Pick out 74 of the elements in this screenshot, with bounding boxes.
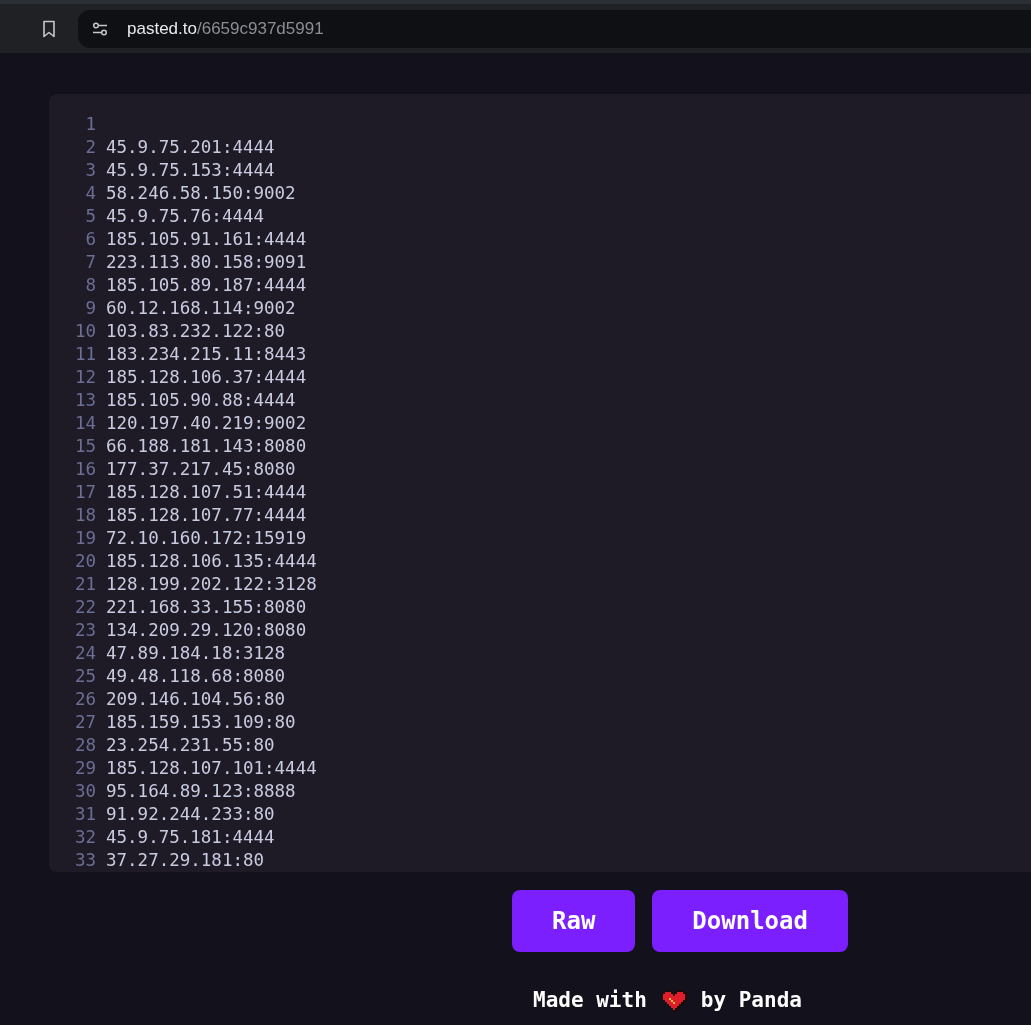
line-number: 9: [84, 297, 96, 320]
line-number: 23: [73, 619, 96, 642]
code-line: 185.128.106.37:4444: [106, 366, 307, 389]
raw-button[interactable]: Raw: [512, 890, 636, 952]
line-number: 4: [84, 182, 96, 205]
line-number: 17: [73, 481, 96, 504]
code-line: 72.10.160.172:15919: [106, 527, 307, 550]
line-number: 14: [73, 412, 96, 435]
line-number: 18: [73, 504, 96, 527]
code-line: 91.92.244.233:80: [106, 803, 275, 826]
code-line: 47.89.184.18:3128: [106, 642, 286, 665]
code-line: 185.128.106.135:4444: [106, 550, 317, 573]
code-line: 45.9.75.201:4444: [106, 136, 275, 159]
code-line: 185.105.91.161:4444: [106, 228, 307, 251]
code-line: 95.164.89.123:8888: [106, 780, 296, 803]
download-button[interactable]: Download: [652, 890, 848, 952]
code-line: 45.9.75.153:4444: [106, 159, 275, 182]
line-number: 28: [73, 734, 96, 757]
code-line: 183.234.215.11:8443: [106, 343, 307, 366]
line-number: 27: [73, 711, 96, 734]
footer-text: Made with: [533, 987, 647, 1014]
line-number: 20: [73, 550, 96, 573]
code-line: 221.168.33.155:8080: [106, 596, 307, 619]
code-line: 177.37.217.45:8080: [106, 458, 296, 481]
code-line: 185.128.107.51:4444: [106, 481, 307, 504]
code-line: 185.105.90.88:4444: [106, 389, 296, 412]
code-line: 58.246.58.150:9002: [106, 182, 296, 205]
line-number: 13: [73, 389, 96, 412]
code-line: 120.197.40.219:9002: [106, 412, 307, 435]
code-line: 66.188.181.143:8080: [106, 435, 307, 458]
code-line: 185.128.107.77:4444: [106, 504, 307, 527]
line-number: 22: [73, 596, 96, 619]
line-number: 6: [84, 228, 96, 251]
line-number: 29: [73, 757, 96, 780]
line-number: 26: [73, 688, 96, 711]
line-number: 10: [73, 320, 96, 343]
code-line: 185.159.153.109:80: [106, 711, 296, 734]
code-line: 185.128.107.101:4444: [106, 757, 317, 780]
line-number: 25: [73, 665, 96, 688]
code-line: 209.146.104.56:80: [106, 688, 286, 711]
code-line: 185.105.89.187:4444: [106, 274, 307, 297]
line-number: 31: [73, 803, 96, 826]
code-line: 23.254.231.55:80: [106, 734, 275, 757]
code-line: 223.113.80.158:9091: [106, 251, 307, 274]
bookmark-icon[interactable]: [42, 19, 56, 38]
code-line: 134.209.29.120:8080: [106, 619, 307, 642]
url-text: pasted.to/6659c937d5991: [127, 17, 324, 40]
line-number: 11: [73, 343, 96, 366]
code-line: 37.27.29.181:80: [106, 849, 265, 872]
code-line: 45.9.75.76:4444: [106, 205, 265, 228]
line-number: 19: [73, 527, 96, 550]
line-number: 12: [73, 366, 96, 389]
line-number: 16: [73, 458, 96, 481]
line-number: 15: [73, 435, 96, 458]
code-line: 49.48.118.68:8080: [106, 665, 286, 688]
heart-icon: [660, 989, 687, 1012]
line-number: 32: [73, 826, 96, 849]
line-number: 30: [73, 780, 96, 803]
line-number: 7: [84, 251, 96, 274]
code-line: 45.9.75.181:4444: [106, 826, 275, 849]
code-line: 103.83.232.122:80: [106, 320, 286, 343]
line-number: 24: [73, 642, 96, 665]
code-line: 60.12.168.114:9002: [106, 297, 296, 320]
line-number: 2: [84, 136, 96, 159]
line-number: 1: [84, 113, 96, 136]
footer-text: by Panda: [700, 987, 802, 1014]
site-settings-icon[interactable]: [92, 21, 108, 36]
line-number: 21: [73, 573, 96, 596]
code-line: 128.199.202.122:3128: [106, 573, 317, 596]
line-number: 8: [84, 274, 96, 297]
line-number: 5: [84, 205, 96, 228]
address-bar[interactable]: pasted.to/6659c937d5991: [78, 9, 1031, 48]
line-number: 3: [84, 159, 96, 182]
line-number: 33: [73, 849, 96, 872]
